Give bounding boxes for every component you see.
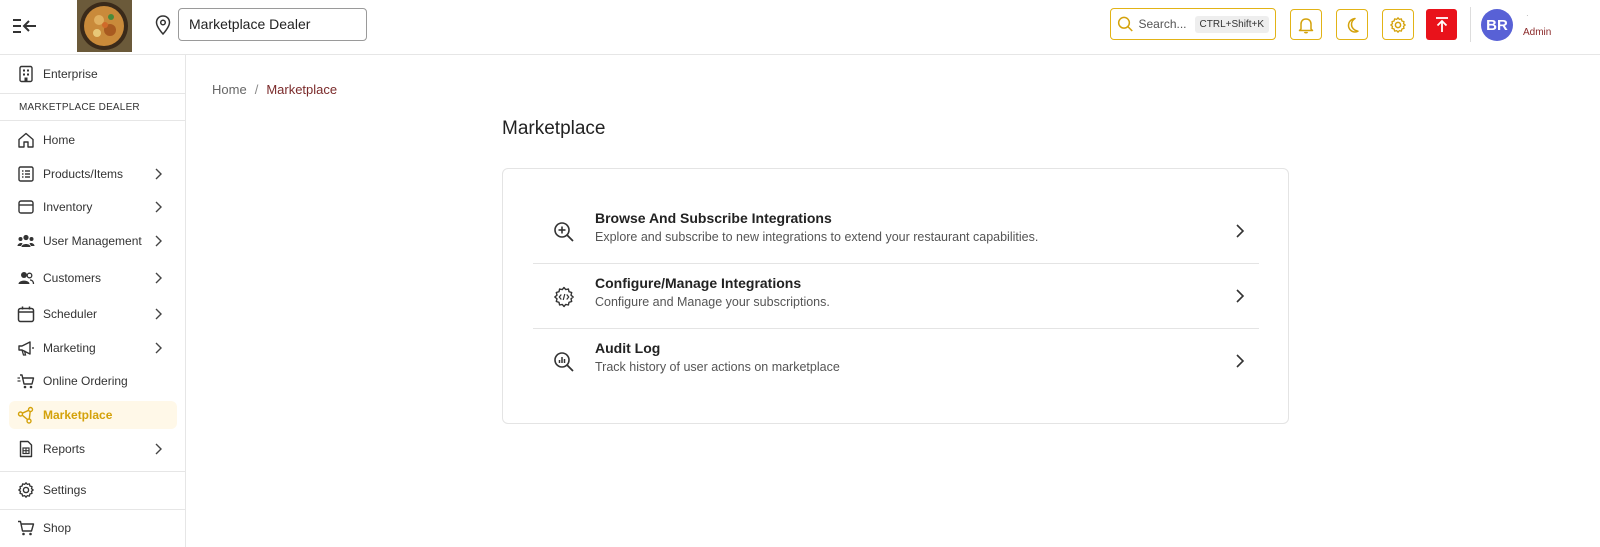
gear-icon <box>18 482 34 498</box>
logo-food-image <box>77 0 132 52</box>
option-audit-log[interactable]: Audit Log Track history of user actions … <box>533 329 1259 394</box>
box-icon <box>18 200 34 214</box>
megaphone-icon <box>18 341 34 356</box>
home-icon <box>18 132 34 148</box>
sidebar-item-scheduler[interactable]: Scheduler <box>9 300 177 328</box>
calendar-icon <box>17 306 35 323</box>
settings-button[interactable] <box>1382 9 1414 40</box>
global-search[interactable]: Search... CTRL+Shift+K <box>1110 8 1276 40</box>
sidebar-item-label: Online Ordering <box>43 374 128 388</box>
gear-icon <box>1390 16 1406 33</box>
top-bar: Marketplace Dealer Search... CTRL+Shift+… <box>0 0 1600 55</box>
share-icon <box>17 406 34 424</box>
sidebar-divider <box>0 120 186 121</box>
breadcrumb-current: Marketplace <box>266 82 338 97</box>
sidebar-item-label: Enterprise <box>43 67 98 81</box>
sidebar-item-label: Marketing <box>43 341 96 355</box>
sidebar-item-label: Shop <box>43 521 72 535</box>
location-pin-icon <box>155 15 171 35</box>
chevron-right-icon <box>1236 224 1245 238</box>
gear-code-icon <box>554 286 574 308</box>
sidebar-item-label: Scheduler <box>43 307 98 321</box>
zoom-in-icon <box>554 222 574 242</box>
option-description: Track history of user actions on marketp… <box>595 360 840 374</box>
chevron-right-icon <box>155 342 162 354</box>
chevron-right-icon <box>1236 289 1245 303</box>
cart-icon <box>17 374 35 389</box>
search-placeholder: Search... <box>1138 17 1187 31</box>
sidebar-item-label: Inventory <box>43 200 93 214</box>
arrow-up-icon <box>1435 16 1448 32</box>
sidebar-item-marketing[interactable]: Marketing <box>9 334 177 362</box>
dark-mode-button[interactable] <box>1336 9 1368 40</box>
breadcrumb-home[interactable]: Home <box>212 82 247 97</box>
sidebar-item-user-management[interactable]: User Management <box>9 227 177 255</box>
sidebar-item-label: Home <box>43 133 76 147</box>
sidebar-item-online-ordering[interactable]: Online Ordering <box>9 367 177 395</box>
sidebar-item-home[interactable]: Home <box>9 126 177 154</box>
bell-icon <box>1298 17 1314 33</box>
option-title: Audit Log <box>595 340 661 356</box>
marketplace-options-card: Browse And Subscribe Integrations Explor… <box>502 168 1289 424</box>
user-avatar[interactable]: BR <box>1481 9 1513 41</box>
sidebar-item-customers[interactable]: Customers <box>9 264 177 292</box>
report-icon <box>19 440 33 458</box>
customers-icon <box>18 272 35 285</box>
sidebar-item-label: Marketplace <box>43 408 113 422</box>
sidebar-item-enterprise[interactable]: Enterprise <box>9 60 177 88</box>
header-divider <box>1470 7 1471 42</box>
sidebar-divider <box>0 471 186 472</box>
sidebar-item-marketplace[interactable]: Marketplace <box>9 401 177 429</box>
shopping-cart-icon <box>18 520 35 536</box>
search-chart-icon <box>554 352 574 372</box>
sidebar-divider <box>0 93 186 94</box>
building-icon <box>19 65 33 83</box>
search-shortcut-badge: CTRL+Shift+K <box>1194 15 1269 33</box>
moon-icon <box>1347 17 1359 33</box>
page-title: Marketplace <box>502 118 606 139</box>
option-title: Configure/Manage Integrations <box>595 275 802 291</box>
chevron-right-icon <box>155 272 162 284</box>
chevron-right-icon <box>155 235 162 247</box>
chevron-right-icon <box>155 168 162 180</box>
option-description: Configure and Manage your subscriptions. <box>595 295 830 309</box>
sidebar-item-label: Products/Items <box>43 167 124 181</box>
chevron-right-icon <box>155 443 162 455</box>
location-selector[interactable]: Marketplace Dealer <box>178 8 367 41</box>
notifications-button[interactable] <box>1290 9 1322 40</box>
sidebar-item-label: Settings <box>43 483 87 497</box>
option-browse-integrations[interactable]: Browse And Subscribe Integrations Explor… <box>533 199 1259 264</box>
sidebar-item-label: Customers <box>43 271 102 285</box>
sidebar-divider <box>0 509 186 510</box>
user-role: Admin <box>1523 27 1552 38</box>
sidebar-item-reports[interactable]: Reports <box>9 435 177 463</box>
option-title: Browse And Subscribe Integrations <box>595 210 832 226</box>
sidebar: Enterprise MARKETPLACE DEALER Home Produ… <box>0 55 186 547</box>
chevron-right-icon <box>155 201 162 213</box>
user-name: · <box>1526 11 1529 20</box>
chevron-right-icon <box>1236 354 1245 368</box>
sidebar-item-label: User Management <box>43 234 142 248</box>
sidebar-section-title: MARKETPLACE DEALER <box>19 102 140 113</box>
sidebar-item-label: Reports <box>43 442 86 456</box>
option-configure-integrations[interactable]: Configure/Manage Integrations Configure … <box>533 264 1259 329</box>
sidebar-item-shop[interactable]: Shop <box>9 514 177 542</box>
menu-collapse-icon[interactable] <box>12 14 38 38</box>
sidebar-item-settings[interactable]: Settings <box>9 476 177 504</box>
breadcrumb: Home / Marketplace <box>212 82 337 97</box>
list-icon <box>18 166 34 182</box>
upload-button[interactable] <box>1426 9 1457 40</box>
sidebar-item-products[interactable]: Products/Items <box>9 160 177 188</box>
breadcrumb-separator: / <box>254 82 259 97</box>
option-description: Explore and subscribe to new integration… <box>595 230 1039 244</box>
sidebar-item-inventory[interactable]: Inventory <box>9 193 177 221</box>
chevron-right-icon <box>155 308 162 320</box>
users-icon <box>17 234 35 247</box>
search-icon <box>1117 16 1133 32</box>
